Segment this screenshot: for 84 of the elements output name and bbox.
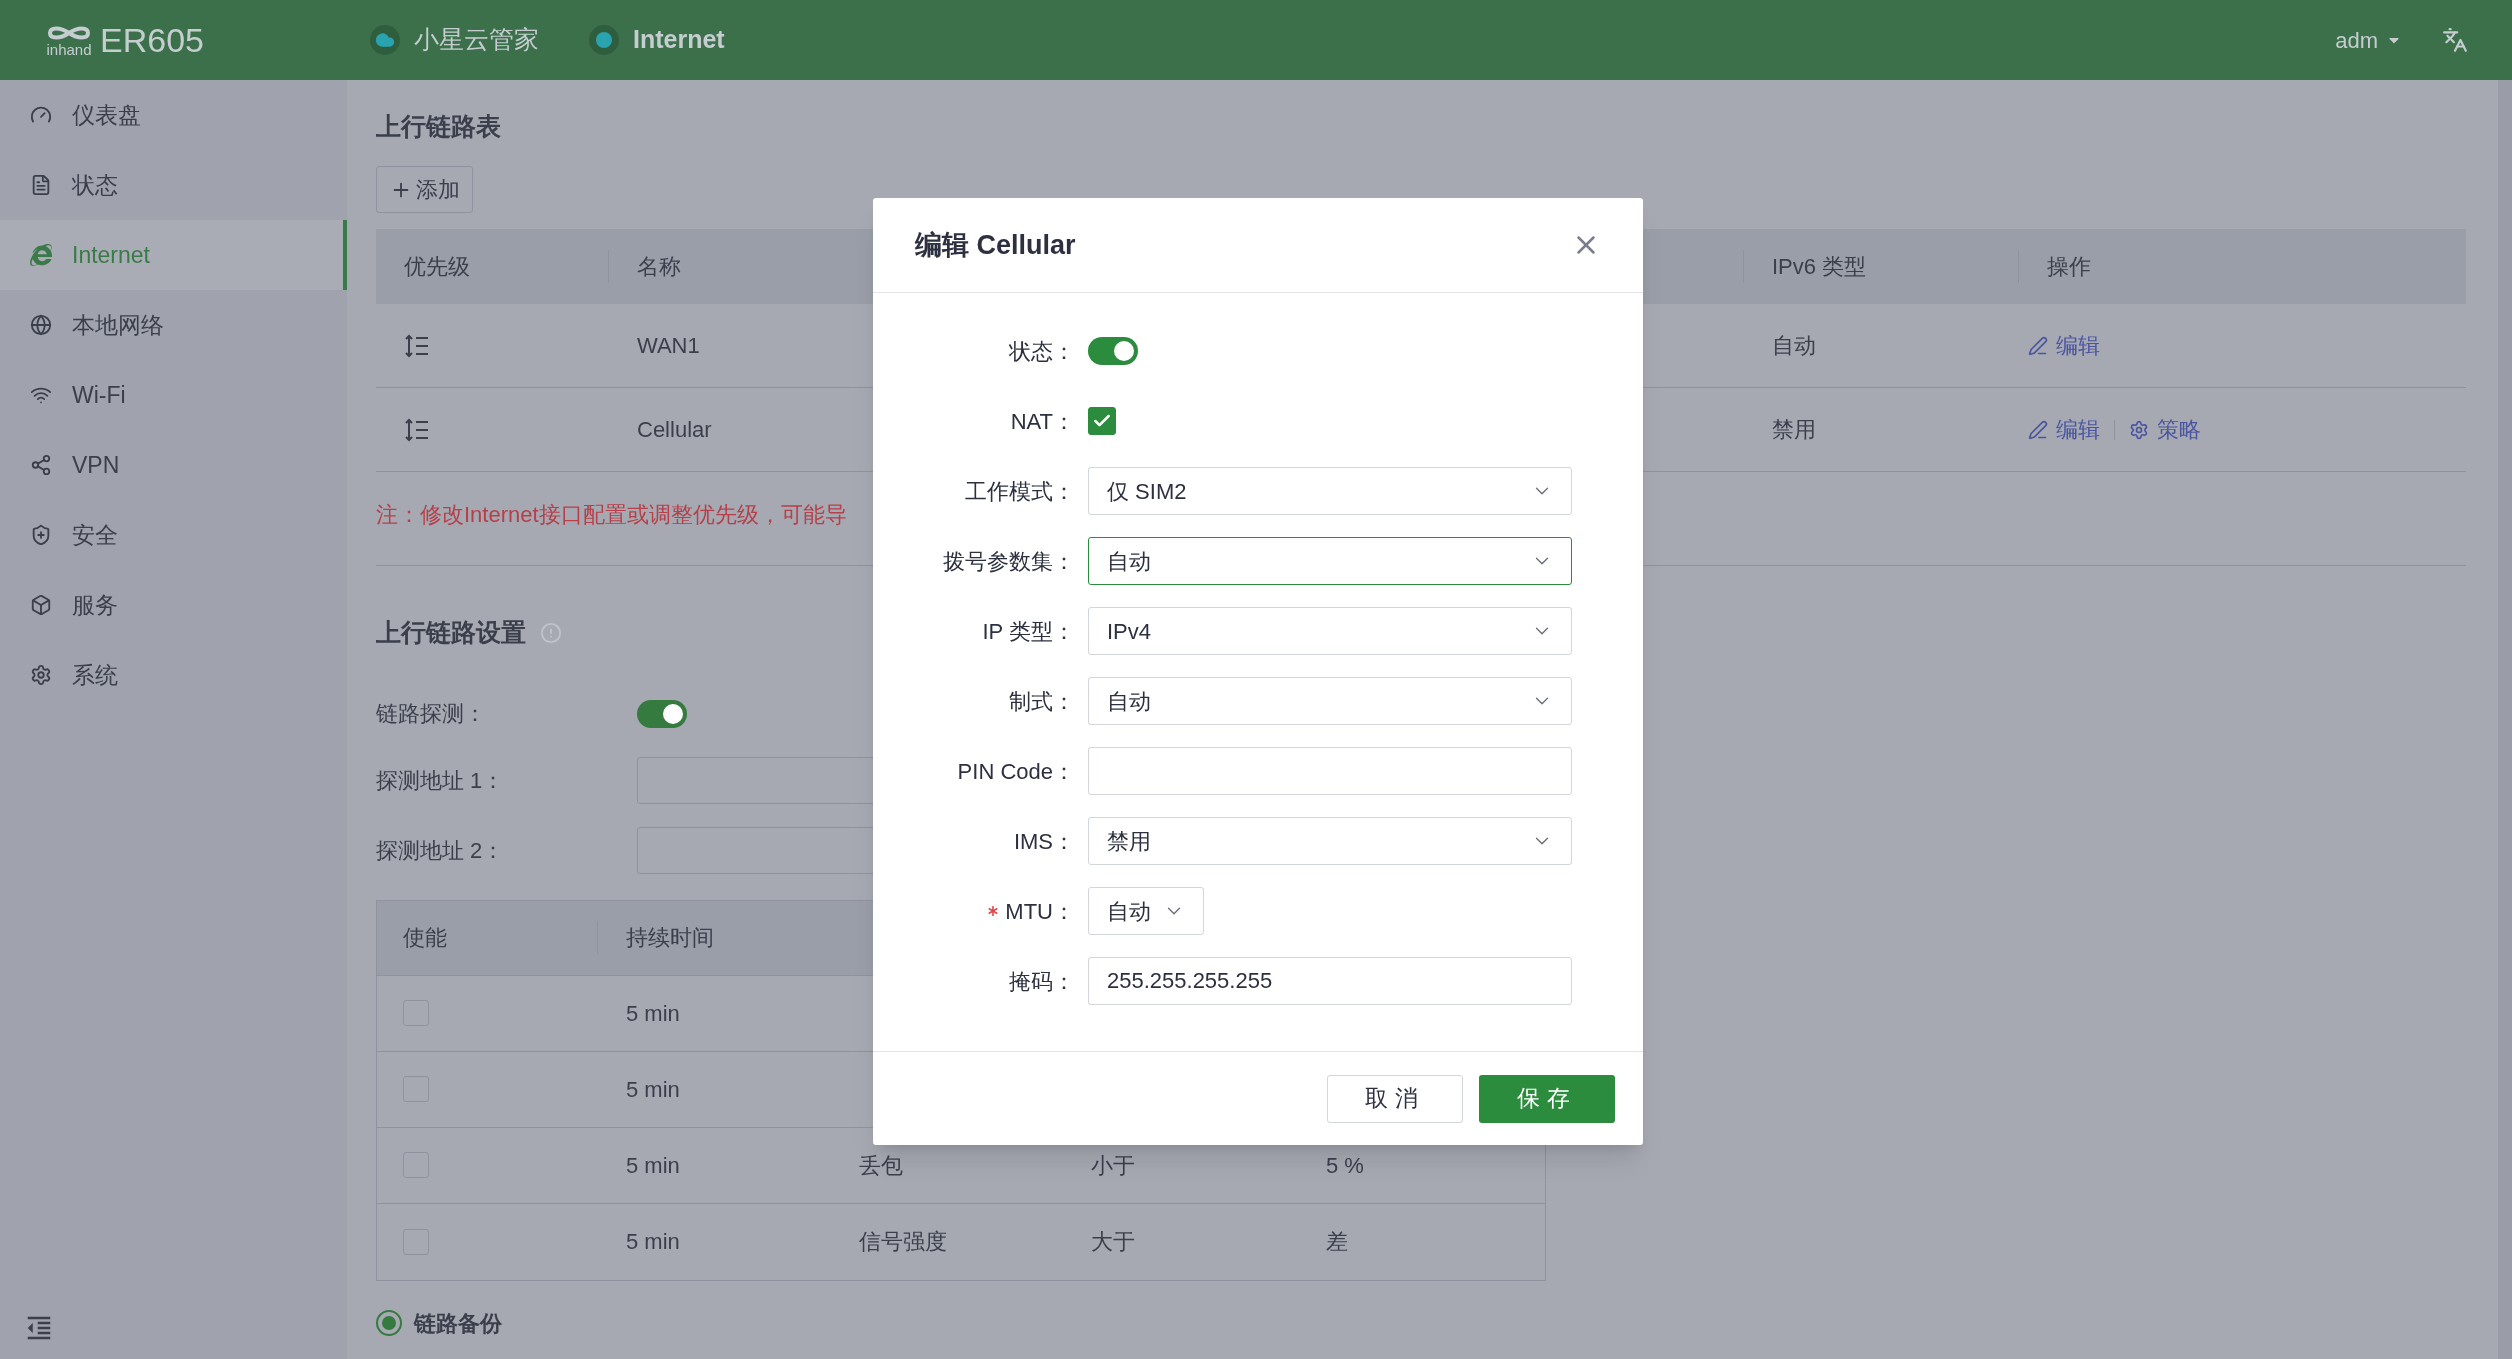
table-cell-text: 5 min <box>625 999 681 1028</box>
table-cell-text: Cellular <box>637 416 712 444</box>
field-label: 状态： <box>1009 337 1075 366</box>
table-cell-text: 小于 <box>1091 1151 1136 1180</box>
field-label: 链路探测： <box>376 700 487 728</box>
select-field[interactable]: 自动 <box>1088 677 1572 725</box>
cancel-button[interactable]: 取消 <box>1327 1074 1463 1123</box>
select-field[interactable]: 仅 SIM2 <box>1088 467 1572 515</box>
product-name: ER605 <box>100 23 204 57</box>
field-label: PIN Code： <box>957 757 1075 786</box>
pencil-icon <box>2028 419 2048 440</box>
sidebar-item[interactable]: Wi-Fi <box>0 360 347 430</box>
select-field[interactable]: 禁用 <box>1088 817 1572 865</box>
gear-icon <box>30 664 52 686</box>
field-label: 探测地址 2： <box>376 836 506 865</box>
table-cell-text: 5 min <box>625 1228 681 1256</box>
table-cell-text: 禁用 <box>1771 416 1817 444</box>
input-field[interactable] <box>1088 747 1572 795</box>
document-icon <box>30 174 52 196</box>
column-header: 操作 <box>2018 250 2091 283</box>
select-field[interactable]: 自动 <box>1088 887 1204 935</box>
field-label: 探测地址 1： <box>376 766 506 795</box>
sidebar-item[interactable]: 仪表盘 <box>0 80 347 150</box>
user-menu[interactable]: adm <box>2335 23 2402 57</box>
sidebar-item[interactable]: VPN <box>0 430 347 500</box>
option-label: 链路备份 <box>414 1309 502 1338</box>
browser-icon <box>30 244 52 266</box>
checkbox[interactable] <box>1088 407 1116 435</box>
toggle-switch[interactable] <box>1088 337 1138 365</box>
sidebar-item[interactable]: Internet <box>0 220 347 290</box>
column-header: 优先级 <box>403 253 471 281</box>
table-cell-text: 大于 <box>1091 1228 1136 1256</box>
scrollbar[interactable] <box>2498 80 2512 1359</box>
sidebar-item[interactable]: 服务 <box>0 570 347 640</box>
field-label: 拨号参数集： <box>943 547 1075 576</box>
select-field[interactable]: 自动 <box>1088 537 1572 585</box>
warning-note: 注：修改Internet接口配置或调整优先级，可能导 <box>376 501 848 529</box>
pencil-icon <box>2028 335 2048 356</box>
table-cell-text: 5 min <box>625 1151 681 1180</box>
table-cell-text: 信号强度 <box>859 1228 948 1256</box>
table-cell-text: 丢包 <box>859 1151 904 1180</box>
input-field[interactable]: 255.255.255.255 <box>1088 957 1572 1005</box>
logo-text: inhand <box>46 42 92 57</box>
field-label: IP 类型： <box>982 617 1075 646</box>
toggle-switch[interactable] <box>637 699 687 728</box>
field-label: IMS： <box>1013 827 1075 856</box>
cube-icon <box>30 594 52 616</box>
header-link[interactable]: Internet <box>589 21 725 59</box>
add-button[interactable]: 添加 <box>376 166 473 213</box>
shield-icon <box>30 524 52 546</box>
table-cell-text: WAN1 <box>637 332 700 360</box>
edit-link[interactable]: 编辑 <box>2028 413 2100 446</box>
table-cell-text: 5 % <box>1326 1151 1364 1180</box>
field-label: MTU： <box>1005 897 1075 926</box>
table-cell-text: 差 <box>1326 1228 1348 1256</box>
select-field[interactable]: IPv4 <box>1088 607 1572 655</box>
section-title: 上行链路表 <box>376 111 502 140</box>
nodes-icon <box>30 454 52 476</box>
asterisk-icon <box>987 905 1000 917</box>
edit-link[interactable]: 编辑 <box>2028 329 2100 362</box>
gear-icon <box>2129 419 2149 440</box>
column-header: 使能 <box>402 924 448 952</box>
column-header: 持续时间 <box>597 921 714 954</box>
field-label: 工作模式： <box>965 477 1075 506</box>
cloud-icon <box>370 25 400 55</box>
sidebar-item[interactable]: 安全 <box>0 500 347 570</box>
sort-list-icon[interactable] <box>404 416 430 443</box>
field-label: 掩码： <box>1009 967 1075 996</box>
language-icon[interactable] <box>2442 27 2468 53</box>
save-button[interactable]: 保存 <box>1479 1074 1615 1123</box>
field-label: 制式： <box>1009 687 1075 716</box>
table-cell-text: 自动 <box>1771 332 1817 360</box>
sidebar-item[interactable]: 状态 <box>0 150 347 220</box>
table-cell-text: 5 min <box>625 1075 681 1104</box>
sort-list-icon[interactable] <box>404 332 430 359</box>
globe-icon <box>30 314 52 336</box>
sidebar-item[interactable]: 系统 <box>0 640 347 710</box>
sidebar-item[interactable]: 本地网络 <box>0 290 347 360</box>
column-header: IPv6 类型 <box>1743 250 2018 283</box>
header-link[interactable]: 小星云管家 <box>370 21 539 59</box>
section-title: 上行链路设置 <box>376 617 526 648</box>
policy-link[interactable]: 策略 <box>2129 413 2201 446</box>
field-label: NAT： <box>1010 407 1075 436</box>
radio-button[interactable] <box>376 1310 402 1336</box>
